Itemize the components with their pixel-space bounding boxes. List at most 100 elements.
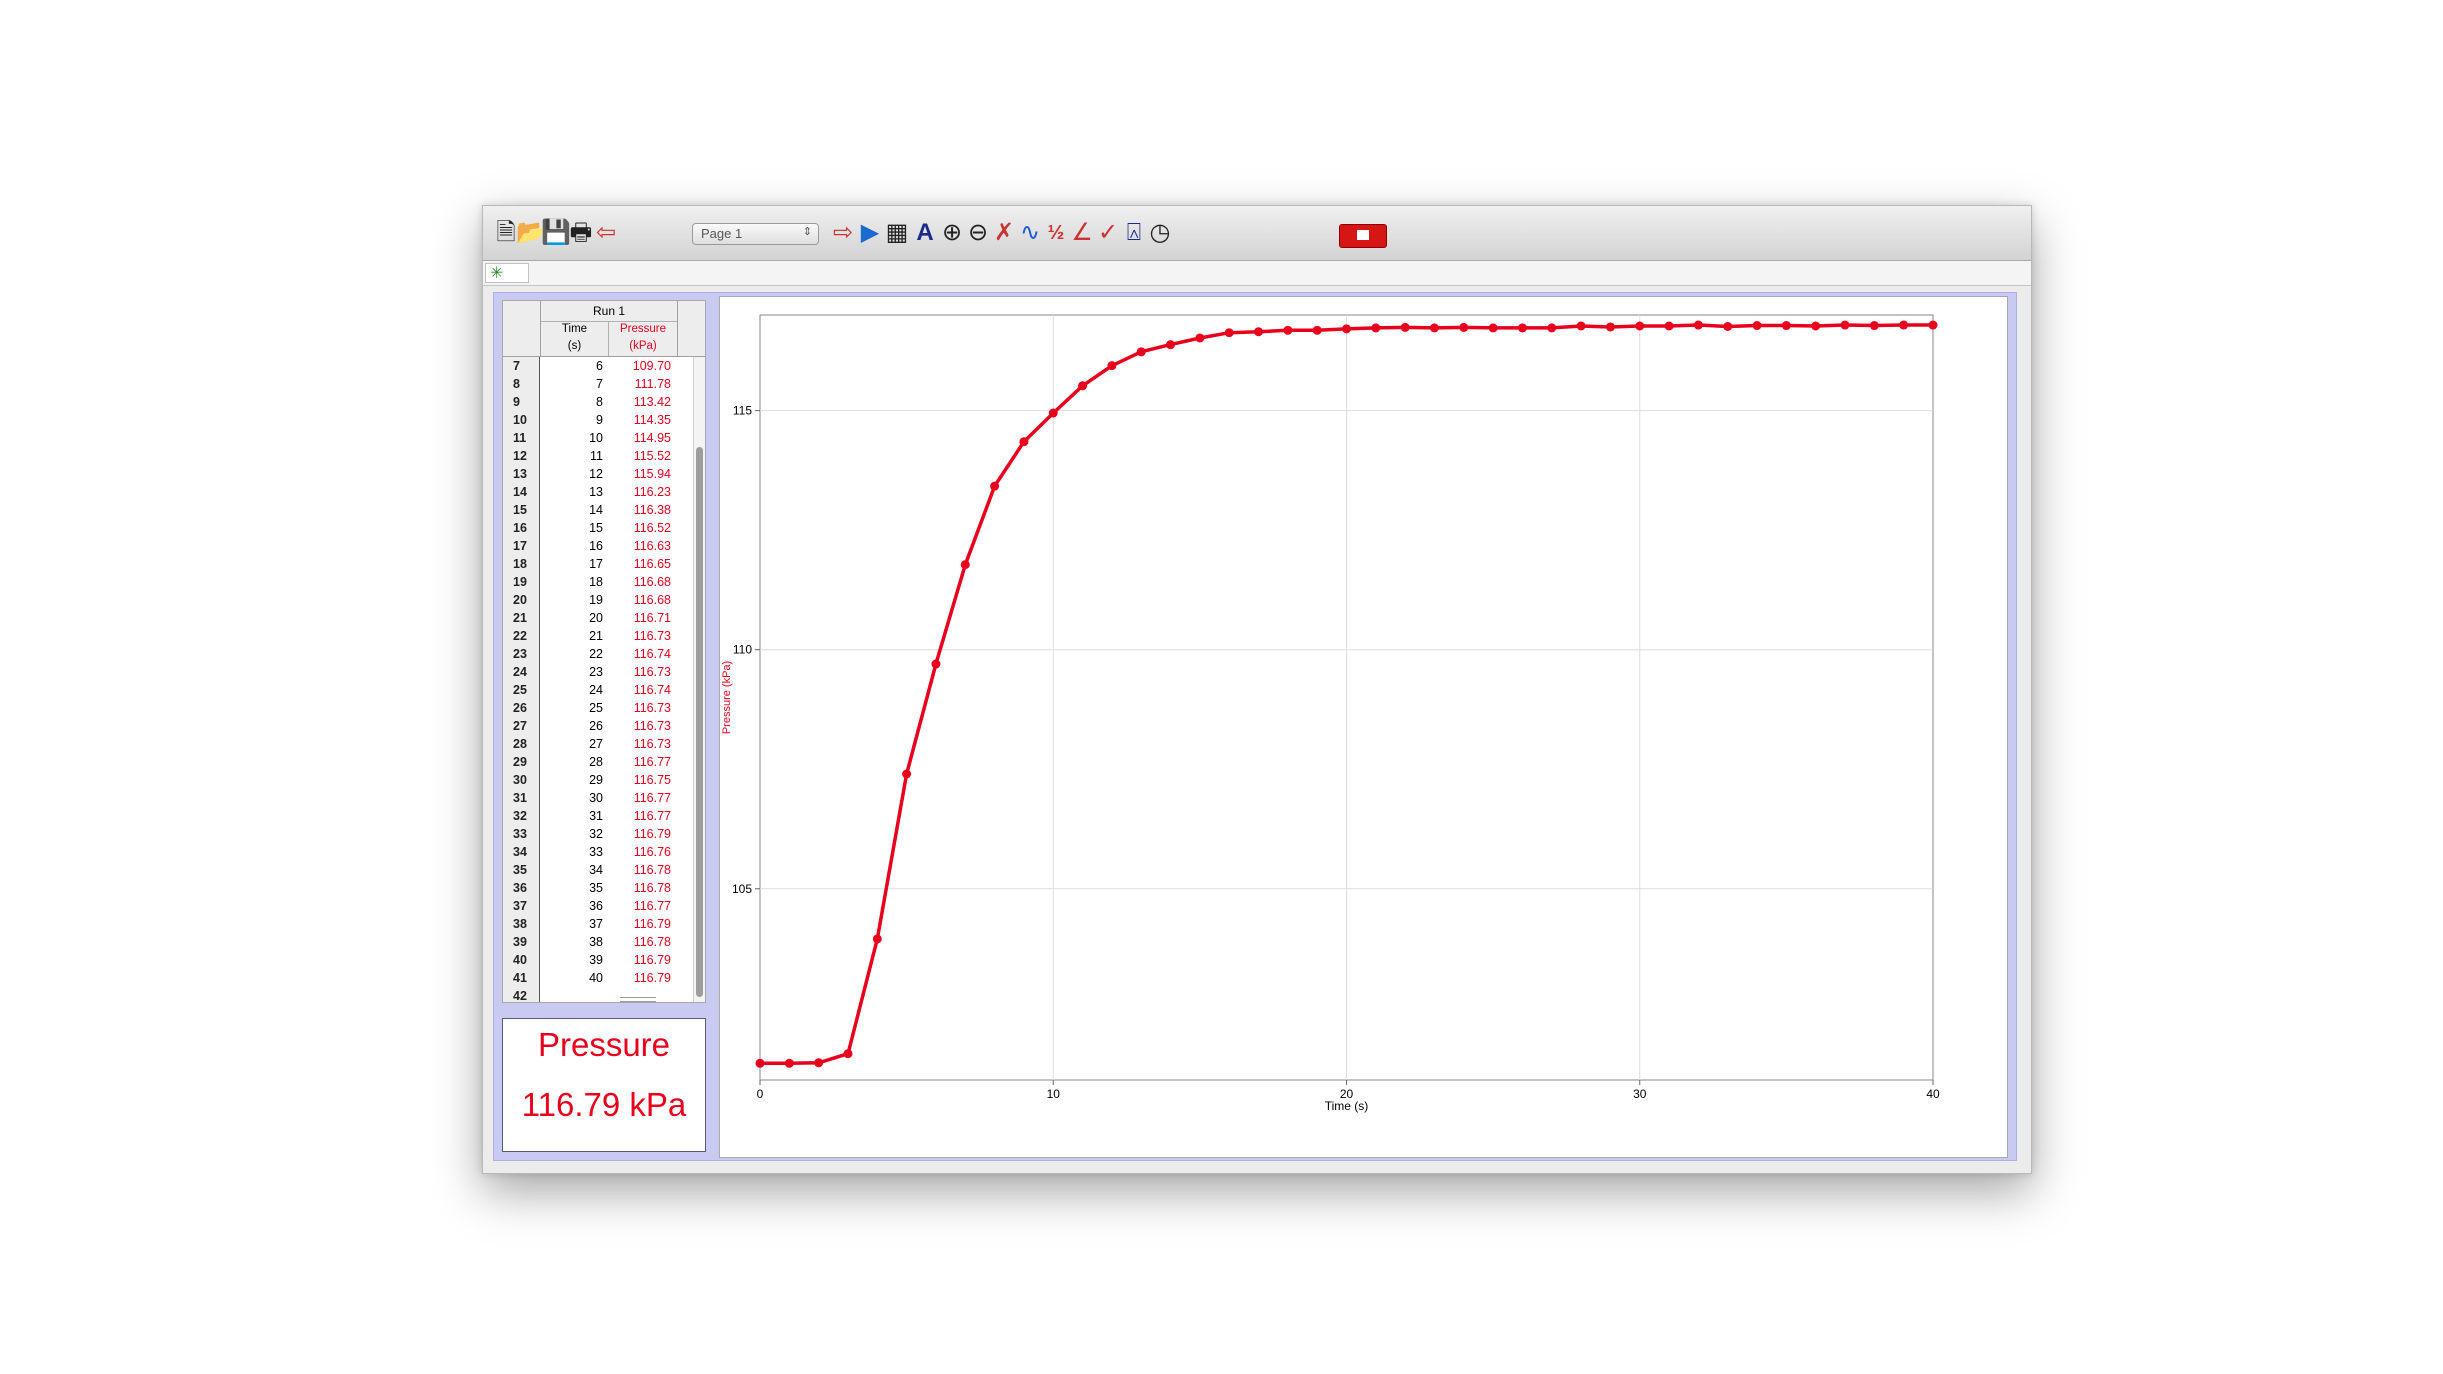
pressure-cell[interactable]: 116.74 — [609, 645, 671, 663]
pressure-cell[interactable]: 116.73 — [609, 699, 671, 717]
table-row[interactable]: 39 38 116.78 — [503, 933, 705, 951]
time-cell[interactable]: 32 — [541, 825, 603, 843]
data-point[interactable] — [1517, 323, 1527, 333]
table-row[interactable]: 36 35 116.78 — [503, 879, 705, 897]
pressure-cell[interactable]: 116.79 — [609, 825, 671, 843]
data-point[interactable] — [1547, 323, 1557, 333]
table-row[interactable]: 35 34 116.78 — [503, 861, 705, 879]
pressure-cell[interactable]: 116.73 — [609, 717, 671, 735]
data-browser-icon[interactable]: ▶ — [855, 218, 885, 248]
time-cell[interactable]: 14 — [541, 501, 603, 519]
data-point[interactable] — [755, 1058, 765, 1068]
pressure-cell[interactable]: 116.73 — [609, 627, 671, 645]
time-cell[interactable]: 25 — [541, 699, 603, 717]
time-cell[interactable]: 39 — [541, 951, 603, 969]
pressure-cell[interactable]: 116.77 — [609, 789, 671, 807]
pressure-chart[interactable]: 0 10 20 30 40105110115Time (s)Pressure (kPa) — [720, 297, 2007, 1157]
table-row[interactable]: 21 20 116.71 — [503, 609, 705, 627]
table-row[interactable]: 27 26 116.73 — [503, 717, 705, 735]
time-cell[interactable]: 10 — [541, 429, 603, 447]
table-row[interactable]: 41 40 116.79 — [503, 969, 705, 987]
pressure-cell[interactable]: 116.52 — [609, 519, 671, 537]
data-point[interactable] — [1136, 347, 1146, 357]
pressure-cell[interactable]: 116.65 — [609, 555, 671, 573]
pressure-cell[interactable]: 116.38 — [609, 501, 671, 519]
pressure-cell[interactable]: 116.78 — [609, 933, 671, 951]
column-header-pressure[interactable]: Pressure (kPa) — [609, 321, 677, 356]
time-cell[interactable]: 20 — [541, 609, 603, 627]
time-cell[interactable]: 6 — [541, 357, 603, 375]
pressure-cell[interactable]: 116.63 — [609, 537, 671, 555]
table-row[interactable]: 30 29 116.75 — [503, 771, 705, 789]
pressure-cell[interactable]: 116.68 — [609, 591, 671, 609]
pressure-cell[interactable]: 113.42 — [609, 393, 671, 411]
export-icon[interactable]: ⇨ — [828, 218, 858, 248]
table-row[interactable]: 22 21 116.73 — [503, 627, 705, 645]
data-point[interactable] — [960, 560, 970, 570]
table-row[interactable]: 25 24 116.74 — [503, 681, 705, 699]
time-cell[interactable]: 12 — [541, 465, 603, 483]
table-row[interactable]: 12 11 115.52 — [503, 447, 705, 465]
pressure-cell[interactable]: 116.79 — [609, 915, 671, 933]
pressure-cell[interactable]: 116.78 — [609, 861, 671, 879]
time-cell[interactable]: 15 — [541, 519, 603, 537]
data-point[interactable] — [1752, 321, 1762, 331]
table-row[interactable]: 37 36 116.77 — [503, 897, 705, 915]
data-point[interactable] — [1899, 320, 1909, 330]
time-cell[interactable]: 35 — [541, 879, 603, 897]
table-row[interactable]: 10 9 114.35 — [503, 411, 705, 429]
pressure-cell[interactable]: 116.78 — [609, 879, 671, 897]
table-row[interactable]: 19 18 116.68 — [503, 573, 705, 591]
calculator-icon[interactable]: ▦ — [882, 218, 912, 248]
time-cell[interactable]: 24 — [541, 681, 603, 699]
table-row[interactable]: 28 27 116.73 — [503, 735, 705, 753]
time-cell[interactable]: 13 — [541, 483, 603, 501]
pressure-cell[interactable]: 116.77 — [609, 897, 671, 915]
pressure-cell[interactable]: 116.68 — [609, 573, 671, 591]
pressure-cell[interactable]: 114.95 — [609, 429, 671, 447]
data-point[interactable] — [1342, 324, 1351, 334]
data-point[interactable] — [931, 659, 941, 669]
table-row[interactable]: 42 — [503, 987, 705, 1002]
data-point[interactable] — [1635, 321, 1645, 331]
pressure-cell[interactable]: 116.79 — [609, 951, 671, 969]
time-cell[interactable]: 26 — [541, 717, 603, 735]
data-point[interactable] — [1664, 321, 1674, 331]
data-point[interactable] — [872, 934, 882, 944]
data-point[interactable] — [784, 1058, 794, 1068]
time-cell[interactable]: 17 — [541, 555, 603, 573]
pressure-cell[interactable]: 109.70 — [609, 357, 671, 375]
pressure-cell[interactable]: 116.73 — [609, 663, 671, 681]
pressure-cell[interactable]: 116.73 — [609, 735, 671, 753]
data-point[interactable] — [1605, 322, 1615, 332]
data-point[interactable] — [1781, 321, 1791, 331]
data-point[interactable] — [1048, 408, 1058, 418]
scrollbar-thumb[interactable] — [696, 447, 703, 997]
time-cell[interactable]: 33 — [541, 843, 603, 861]
data-point[interactable] — [1019, 437, 1029, 447]
pressure-cell[interactable]: 116.79 — [609, 969, 671, 987]
pressure-cell[interactable]: 115.52 — [609, 447, 671, 465]
table-row[interactable]: 14 13 116.23 — [503, 483, 705, 501]
data-point[interactable] — [1078, 381, 1088, 391]
data-point[interactable] — [1811, 321, 1821, 331]
data-point[interactable] — [1429, 323, 1439, 333]
time-cell[interactable]: 23 — [541, 663, 603, 681]
time-cell[interactable]: 18 — [541, 573, 603, 591]
data-point[interactable] — [843, 1049, 853, 1059]
pressure-cell[interactable]: 116.75 — [609, 771, 671, 789]
time-cell[interactable]: 8 — [541, 393, 603, 411]
data-point[interactable] — [1693, 320, 1703, 330]
table-row[interactable]: 18 17 116.65 — [503, 555, 705, 573]
table-row[interactable]: 31 30 116.77 — [503, 789, 705, 807]
resize-handle[interactable] — [620, 997, 656, 1002]
data-point[interactable] — [1166, 340, 1176, 350]
table-row[interactable]: 15 14 116.38 — [503, 501, 705, 519]
pressure-cell[interactable]: 111.78 — [609, 375, 671, 393]
page-tab-icon[interactable]: ✳ — [485, 263, 529, 283]
data-point[interactable] — [1283, 325, 1293, 335]
data-point[interactable] — [902, 769, 912, 779]
data-point[interactable] — [1576, 321, 1586, 331]
data-point[interactable] — [1224, 328, 1234, 338]
table-row[interactable]: 16 15 116.52 — [503, 519, 705, 537]
